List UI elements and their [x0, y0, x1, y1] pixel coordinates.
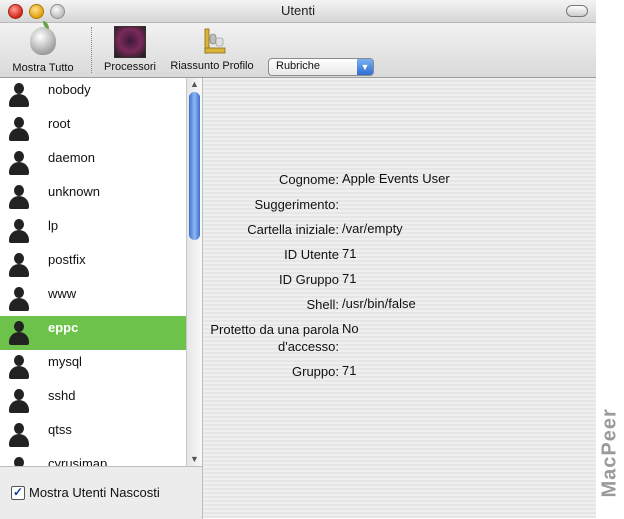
toolbar-toggle-button[interactable]: [566, 5, 588, 17]
detail-label: Protetto da una parola d'accesso:: [210, 322, 339, 354]
user-silhouette-icon: [8, 117, 30, 141]
detail-value: Apple Events User: [342, 171, 450, 186]
detail-value: No: [342, 321, 359, 336]
detail-value: 71: [342, 363, 357, 378]
scroll-up-arrow-icon[interactable]: ▲: [190, 79, 199, 89]
list-item[interactable]: eppc: [0, 316, 186, 350]
list-footer: ✓ Mostra Utenti Nascosti: [0, 466, 203, 519]
user-silhouette-icon: [8, 219, 30, 243]
show-hidden-label: Mostra Utenti Nascosti: [29, 485, 160, 500]
scroll-thumb[interactable]: [189, 92, 200, 240]
apple-icon: [27, 21, 59, 59]
detail-label: Shell:: [306, 297, 339, 312]
user-name: postfix: [48, 252, 86, 267]
watermark: MacPeer: [596, 0, 624, 518]
processor-icon: [114, 26, 146, 58]
user-detail-panel: Cognome: Apple Events User Suggerimento: Ca…: [203, 78, 596, 518]
user-name: sshd: [48, 388, 76, 403]
list-item[interactable]: cyrusimap: [0, 452, 186, 466]
list-item[interactable]: postfix: [0, 248, 186, 282]
user-silhouette-icon: [8, 151, 30, 175]
user-silhouette-icon: [8, 185, 30, 209]
show-all-label: Mostra Tutto: [12, 62, 74, 74]
show-all-button[interactable]: Mostra Tutto: [6, 21, 80, 74]
watermark-text: MacPeer: [598, 408, 621, 498]
list-item[interactable]: nobody: [0, 78, 186, 112]
profile-summary-button[interactable]: Riassunto Profilo: [165, 25, 259, 72]
user-name: daemon: [48, 150, 95, 165]
list-item[interactable]: root: [0, 112, 186, 146]
category-popup-value: Rubriche: [276, 60, 321, 72]
user-silhouette-icon: [8, 321, 30, 345]
toolbar: Mostra Tutto Processori Riassunto Profil…: [0, 21, 596, 78]
list-item[interactable]: lp: [0, 214, 186, 248]
detail-label: ID Gruppo: [279, 272, 339, 287]
show-hidden-checkbox[interactable]: ✓: [11, 486, 25, 500]
user-name: www: [48, 286, 77, 301]
detail-value: 71: [342, 246, 357, 261]
user-name: lp: [48, 218, 59, 233]
profile-summary-icon: [196, 25, 228, 57]
user-silhouette-icon: [8, 457, 30, 466]
user-silhouette-icon: [8, 83, 30, 107]
user-silhouette-icon: [8, 253, 30, 277]
processors-button[interactable]: Processori: [99, 25, 161, 73]
users-window: Utenti Mostra Tutto Processori Riassunto…: [0, 0, 596, 519]
title-bar[interactable]: Utenti: [0, 0, 596, 23]
user-name: nobody: [48, 82, 91, 97]
user-name: cyrusimap: [48, 456, 108, 466]
user-name: mysql: [48, 354, 82, 369]
category-popup[interactable]: Rubriche ▼: [268, 58, 374, 76]
list-item[interactable]: mysql: [0, 350, 186, 384]
detail-label: ID Utente: [284, 247, 339, 262]
processors-label: Processori: [104, 61, 156, 73]
list-item[interactable]: www: [0, 282, 186, 316]
toolbar-separator: [91, 27, 92, 73]
list-item[interactable]: daemon: [0, 146, 186, 180]
detail-value: /var/empty: [342, 221, 403, 236]
chevron-down-icon: ▼: [357, 59, 373, 75]
user-list[interactable]: nobody root daemon unknown lp postfix www eppc m…: [0, 78, 203, 466]
list-item[interactable]: qtss: [0, 418, 186, 452]
user-name: eppc: [48, 320, 79, 335]
detail-value: /usr/bin/false: [342, 296, 416, 311]
user-silhouette-icon: [8, 389, 30, 413]
list-item[interactable]: unknown: [0, 180, 186, 214]
user-silhouette-icon: [8, 355, 30, 379]
user-name: qtss: [48, 422, 72, 437]
user-silhouette-icon: [8, 287, 30, 311]
detail-label: Cartella iniziale:: [247, 222, 339, 237]
detail-label: Cognome:: [279, 172, 339, 187]
detail-value: 71: [342, 271, 357, 286]
user-name: unknown: [48, 184, 101, 199]
list-item[interactable]: sshd: [0, 384, 186, 418]
detail-label: Gruppo:: [292, 364, 339, 379]
profile-summary-label: Riassunto Profilo: [170, 60, 254, 72]
user-silhouette-icon: [8, 423, 30, 447]
detail-label: Suggerimento:: [254, 197, 339, 212]
user-name: root: [48, 116, 71, 131]
window-title: Utenti: [281, 3, 315, 18]
scroll-down-arrow-icon[interactable]: ▼: [190, 454, 199, 464]
